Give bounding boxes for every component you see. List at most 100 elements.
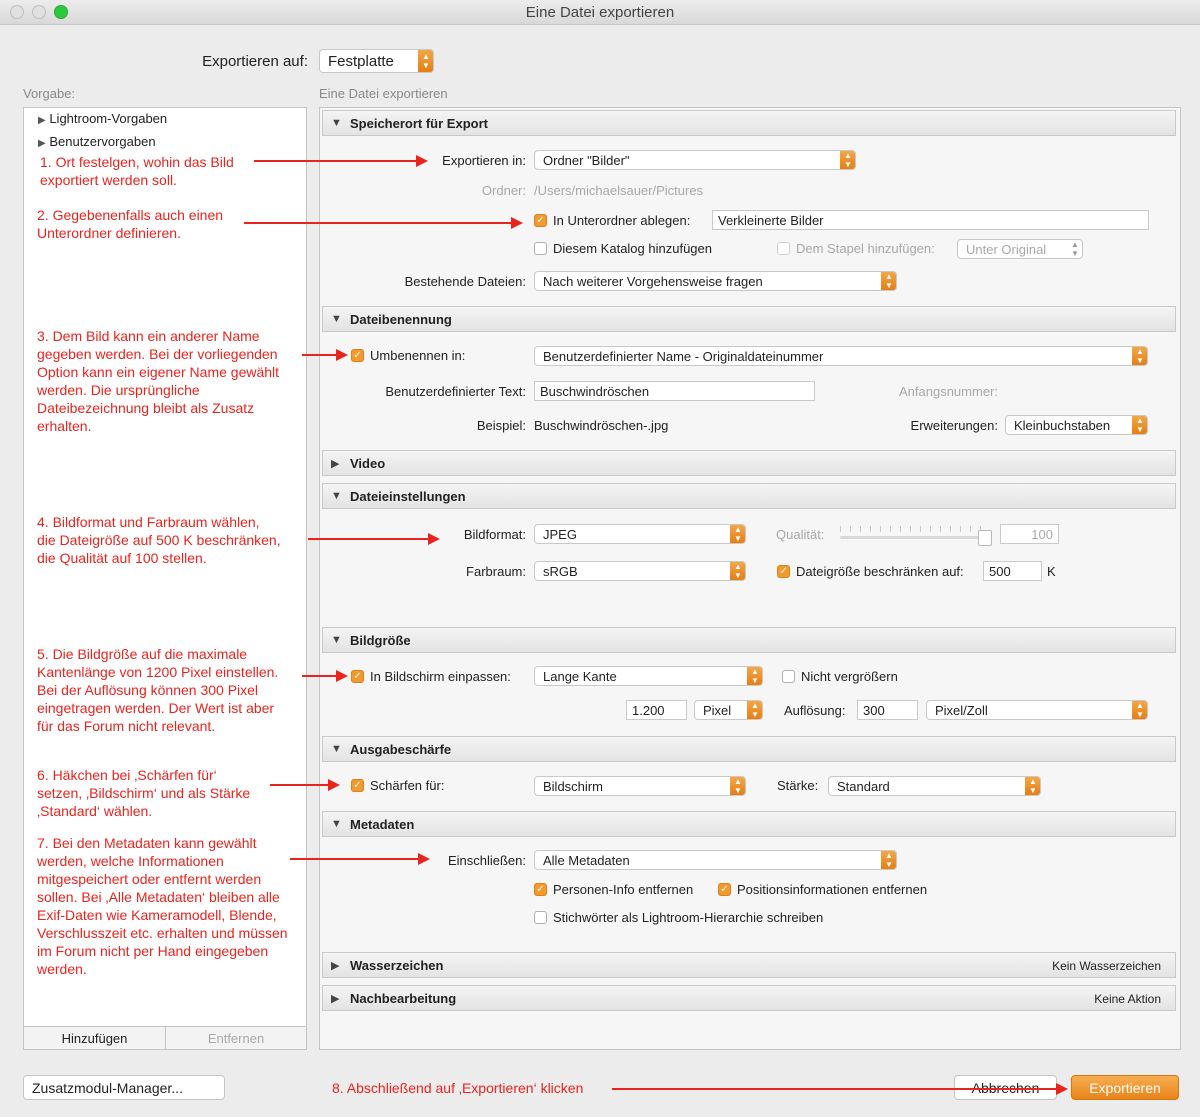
sharpen-checkbox[interactable]: ✓ [351,779,364,792]
example-value: Buschwindröschen-.jpg [534,418,669,433]
section-header-image-size[interactable]: ▼ Bildgröße [322,627,1176,653]
section-header-metadata[interactable]: ▼ Metadaten [322,811,1176,837]
size-unit-value: Pixel [703,703,732,718]
annotation-4: 4. Bildformat und Farbraum wählen, die D… [37,514,281,566]
keywords-hierarchy-checkbox[interactable] [534,911,547,924]
no-enlarge-label: Nicht vergrößern [801,669,898,684]
add-to-catalog-checkbox[interactable] [534,242,547,255]
limit-size-unit: K [1047,564,1056,579]
rename-label: Umbenennen in: [370,348,466,363]
section-header-naming[interactable]: ▼ Dateibenennung [322,306,1176,332]
resolution-unit-select[interactable]: Pixel/Zoll ▲ ▼ [926,700,1148,720]
stack-position-select[interactable]: Unter Original ▲ ▼ [957,239,1083,259]
quality-slider-thumb[interactable] [978,530,992,546]
no-enlarge-checkbox[interactable] [782,670,795,683]
disclosure-triangle-icon: ▼ [331,743,342,755]
preset-item-label: Benutzervorgaben [49,134,156,149]
postprocess-summary: Keine Aktion [1094,992,1161,1006]
section-header-postprocess[interactable]: ▶ Nachbearbeitung Keine Aktion [322,985,1176,1011]
resolution-label: Auflösung: [784,703,846,718]
section-header-location[interactable]: ▼ Speicherort für Export [322,110,1176,136]
sharpen-amount-value: Standard [837,779,890,794]
section-header-video[interactable]: ▶ Video [322,450,1176,476]
folder-path: /Users/michaelsauer/Pictures [534,183,704,198]
metadata-include-label: Einschließen: [447,853,526,868]
orange-stepper-icon: ▲ ▼ [730,777,745,795]
section-title: Ausgabeschärfe [350,742,452,757]
existing-files-label: Bestehende Dateien: [404,274,526,289]
existing-files-select[interactable]: Nach weiterer Vorgehensweise fragen ▲ ▼ [534,271,897,291]
orange-stepper-icon: ▲ ▼ [881,851,896,869]
disclosure-triangle-icon: ▶ [38,138,46,149]
sharpen-amount-select[interactable]: Standard ▲ ▼ [828,776,1041,796]
disclosure-triangle-icon: ▶ [331,960,340,972]
disclosure-triangle-icon: ▶ [331,993,340,1005]
sharpen-label: Schärfen für: [370,778,445,793]
section-title: Dateieinstellungen [350,489,466,504]
export-in-select[interactable]: Ordner "Bilder" ▲ ▼ [534,150,856,170]
format-select[interactable]: JPEG ▲ ▼ [534,524,746,544]
section-header-watermark[interactable]: ▶ Wasserzeichen Kein Wasserzeichen [322,952,1176,978]
remove-person-info-checkbox[interactable]: ✓ [534,883,547,896]
orange-stepper-icon: ▲ ▼ [418,50,433,72]
export-button[interactable]: Exportieren [1071,1075,1179,1100]
annotation-arrow-7 [290,853,430,865]
annotation-6: 6. Häkchen bei ‚Schärfen für‘ setzen, ‚B… [37,767,251,819]
add-to-stack-label: Dem Stapel hinzufügen: [796,241,935,256]
disclosure-triangle-icon: ▼ [331,634,342,646]
disclosure-triangle-icon: ▶ [331,458,340,470]
section-title: Video [350,456,386,471]
add-to-stack-checkbox[interactable] [777,242,790,255]
fit-screen-select[interactable]: Lange Kante ▲ ▼ [534,666,763,686]
export-to-select[interactable]: Festplatte ▲ ▼ [319,49,434,73]
colorspace-value: sRGB [543,564,578,579]
size-input[interactable]: 1.200 [626,700,687,720]
plugin-manager-button[interactable]: Zusatzmodul-Manager... [23,1075,225,1100]
remove-preset-button[interactable]: Entfernen [166,1026,306,1049]
sharpen-select[interactable]: Bildschirm ▲ ▼ [534,776,746,796]
section-header-sharpening[interactable]: ▼ Ausgabeschärfe [322,736,1176,762]
annotation-arrow-4 [308,533,440,545]
colorspace-select[interactable]: sRGB ▲ ▼ [534,561,746,581]
start-number-label: Anfangsnummer: [899,384,998,399]
fit-screen-checkbox[interactable]: ✓ [351,670,364,683]
section-title: Nachbearbeitung [350,991,457,1006]
orange-stepper-icon: ▲ ▼ [730,525,745,543]
custom-text-input[interactable]: Buschwindröschen [534,381,815,401]
section-title: Bildgröße [350,633,411,648]
resolution-input[interactable]: 300 [857,700,918,720]
remove-location-checkbox[interactable]: ✓ [718,883,731,896]
disclosure-triangle-icon: ▼ [331,117,342,129]
resolution-unit-value: Pixel/Zoll [935,703,988,718]
section-header-file-settings[interactable]: ▼ Dateieinstellungen [322,483,1176,509]
annotation-3: 3. Dem Bild kann ein anderer Name gegebe… [37,328,280,434]
watermark-summary: Kein Wasserzeichen [1052,959,1161,973]
disclosure-triangle-icon: ▼ [331,313,342,325]
fit-screen-value: Lange Kante [543,669,617,684]
orange-stepper-icon: ▲ ▼ [1025,777,1040,795]
rename-checkbox[interactable]: ✓ [351,349,364,362]
orange-stepper-icon: ▲ ▼ [1132,416,1147,434]
preset-item-lightroom[interactable]: ▶ Lightroom-Vorgaben [38,111,167,126]
window-title: Eine Datei exportieren [525,4,675,21]
add-preset-button[interactable]: Hinzufügen [24,1026,166,1049]
rename-template-select[interactable]: Benutzerdefinierter Name - Originaldatei… [534,346,1148,366]
annotation-2: 2. Gegebenenfalls auch einen Unterordner… [37,207,224,241]
extensions-select[interactable]: Kleinbuchstaben ▲ ▼ [1005,415,1148,435]
annotation-arrow-5 [302,670,348,682]
remove-location-label: Positionsinformationen entfernen [737,882,928,897]
stack-position-value: Unter Original [966,242,1047,257]
limit-size-input[interactable]: 500 [983,561,1042,581]
preset-item-user[interactable]: ▶ Benutzervorgaben [38,134,156,149]
limit-size-checkbox[interactable]: ✓ [777,565,790,578]
size-unit-select[interactable]: Pixel ▲ ▼ [694,700,763,720]
subfolder-input[interactable]: Verkleinerte Bilder [712,210,1149,230]
limit-size-label: Dateigröße beschränken auf: [796,564,964,579]
quality-slider-track[interactable] [840,536,990,539]
metadata-include-select[interactable]: Alle Metadaten ▲ ▼ [534,850,897,870]
sharpen-amount-label: Stärke: [777,778,819,793]
subfolder-checkbox[interactable]: ✓ [534,214,547,227]
metadata-include-value: Alle Metadaten [543,853,630,868]
annotation-arrow-3 [302,349,348,361]
quality-input[interactable]: 100 [1000,524,1059,544]
